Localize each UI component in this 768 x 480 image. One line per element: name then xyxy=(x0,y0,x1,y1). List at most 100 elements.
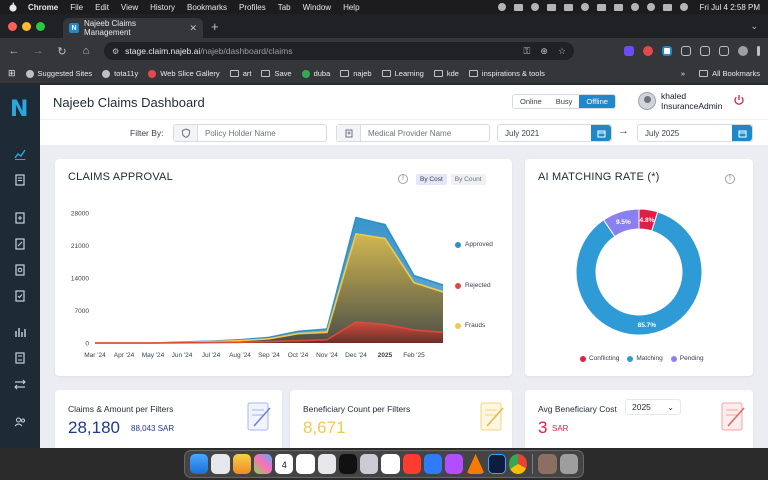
bookmark-web-slice-gallery[interactable]: Web Slice Gallery xyxy=(148,69,220,78)
year-select[interactable]: 2025 ⌄ xyxy=(625,399,681,415)
photoshop-icon[interactable] xyxy=(487,454,507,474)
logout-power-icon[interactable] xyxy=(733,94,745,106)
news-icon[interactable] xyxy=(402,454,421,474)
bookmark-duba[interactable]: duba xyxy=(301,69,330,78)
donut-slice-matching[interactable] xyxy=(575,211,703,336)
bookmark-art[interactable]: art xyxy=(229,69,251,78)
preview-photo-icon[interactable] xyxy=(538,454,557,474)
edit-document-icon[interactable] xyxy=(13,237,27,251)
calendar-icon[interactable] xyxy=(732,125,752,141)
status-volume-icon[interactable] xyxy=(563,3,573,11)
extension-red-icon[interactable] xyxy=(643,46,653,56)
trash-icon[interactable] xyxy=(559,454,578,474)
photos-icon[interactable] xyxy=(253,454,273,474)
status-app-icon[interactable] xyxy=(497,3,506,11)
status-offline-button[interactable]: Offline xyxy=(579,95,615,108)
finder-icon[interactable] xyxy=(190,454,209,474)
status-wifi-icon[interactable] xyxy=(630,3,639,11)
zoom-icon[interactable]: ⊕ xyxy=(540,46,548,57)
menu-history[interactable]: History xyxy=(150,3,175,12)
bookmark-save[interactable]: Save xyxy=(261,69,292,78)
notes-icon[interactable] xyxy=(296,454,315,474)
policy-holder-input[interactable]: Policy Holder Name xyxy=(198,129,276,138)
all-bookmarks-folder[interactable]: All Bookmarks xyxy=(699,69,760,78)
maximize-window-button[interactable] xyxy=(36,21,45,31)
date-from-picker[interactable]: July 2021 xyxy=(497,124,612,142)
app-store-icon[interactable] xyxy=(423,454,443,474)
side-panel-icon[interactable] xyxy=(700,46,710,56)
minimize-window-button[interactable] xyxy=(22,21,31,31)
bookmark-najeb[interactable]: najeb xyxy=(340,69,372,78)
extension-purple-icon[interactable] xyxy=(624,46,634,56)
medical-provider-input[interactable]: Medical Provider Name xyxy=(361,129,451,138)
password-key-icon[interactable]: ⚿ xyxy=(524,46,531,57)
menu-file[interactable]: File xyxy=(70,3,83,12)
status-screen-icon[interactable] xyxy=(513,3,523,11)
home-button[interactable]: ⌂ xyxy=(80,45,92,57)
status-battery-icon[interactable] xyxy=(596,3,606,11)
date-to-picker[interactable]: July 2025 xyxy=(637,124,753,142)
menu-help[interactable]: Help xyxy=(343,3,359,12)
bookmark-kde[interactable]: kde xyxy=(433,69,459,78)
status-monitor-icon[interactable] xyxy=(546,3,556,11)
terminal-icon[interactable] xyxy=(338,454,358,474)
close-tab-icon[interactable]: ✕ xyxy=(189,23,197,34)
reload-button[interactable]: ↻ xyxy=(56,45,68,58)
help-icon[interactable] xyxy=(360,454,379,474)
status-siri-icon[interactable] xyxy=(679,3,688,11)
legend-pending[interactable]: Pending xyxy=(670,355,704,362)
calendar-app-icon[interactable]: 4 xyxy=(275,454,294,474)
menu-view[interactable]: View xyxy=(121,3,138,12)
document-check-icon[interactable] xyxy=(13,289,27,303)
reading-list-icon[interactable] xyxy=(719,46,729,56)
menu-edit[interactable]: Edit xyxy=(95,3,109,12)
extension-check-icon[interactable] xyxy=(662,46,672,56)
date-to-value[interactable]: July 2025 xyxy=(638,129,732,138)
launchpad-icon[interactable] xyxy=(211,454,230,474)
transfer-icon[interactable] xyxy=(13,377,27,391)
podcasts-icon[interactable] xyxy=(445,454,464,474)
status-control-center-icon[interactable] xyxy=(662,3,672,11)
status-search-icon[interactable] xyxy=(646,3,655,11)
medical-provider-filter[interactable]: Medical Provider Name xyxy=(336,124,490,142)
bookmark-suggested-sites[interactable]: Suggested Sites xyxy=(25,69,92,78)
najeeb-logo[interactable]: N xyxy=(10,97,28,122)
menu-profiles[interactable]: Profiles xyxy=(239,3,266,12)
document-search-icon[interactable] xyxy=(13,263,27,277)
avatar[interactable] xyxy=(638,92,656,110)
vlc-icon[interactable] xyxy=(466,454,485,474)
user-profile[interactable]: khaled InsuranceAdmin xyxy=(638,91,722,111)
bookmark-star-icon[interactable]: ☆ xyxy=(558,46,566,57)
policy-holder-filter[interactable]: Policy Holder Name xyxy=(173,124,327,142)
legend-approved[interactable]: Approved xyxy=(455,241,493,248)
bar-chart-icon[interactable] xyxy=(13,325,27,339)
menu-bookmarks[interactable]: Bookmarks xyxy=(187,3,227,12)
chart-line-icon[interactable] xyxy=(13,147,27,161)
document-list-icon[interactable] xyxy=(13,173,27,187)
site-info-icon[interactable]: ⚙ xyxy=(112,47,119,56)
status-bluetooth-icon[interactable] xyxy=(580,3,589,11)
date-from-value[interactable]: July 2021 xyxy=(498,129,591,138)
settings-gear-icon[interactable] xyxy=(317,454,336,474)
bookmark-inspirations[interactable]: inspirations & tools xyxy=(468,69,545,78)
menu-window[interactable]: Window xyxy=(303,3,331,12)
new-tab-button[interactable]: + xyxy=(211,19,219,34)
profile-avatar-icon[interactable] xyxy=(738,46,748,56)
close-window-button[interactable] xyxy=(8,21,17,31)
address-bar[interactable]: ⚙ stage.claim.najeb.ai/najeb/dashboard/c… xyxy=(104,42,574,60)
status-gear-icon[interactable] xyxy=(530,3,539,11)
calendar-icon[interactable] xyxy=(591,125,611,141)
menu-app-name[interactable]: Chrome xyxy=(28,3,58,12)
back-button[interactable]: ← xyxy=(8,45,20,57)
legend-rejected[interactable]: Rejected xyxy=(455,282,491,289)
status-flag-icon[interactable] xyxy=(613,3,623,11)
status-busy-button[interactable]: Busy xyxy=(548,95,580,108)
chrome-icon[interactable] xyxy=(509,454,528,474)
report-icon[interactable] xyxy=(13,351,27,365)
tab-search-chevron-icon[interactable]: ⌄ xyxy=(750,21,758,32)
users-icon[interactable] xyxy=(13,415,27,429)
more-bookmarks-button[interactable]: » xyxy=(681,69,685,78)
browser-tab-active[interactable]: N Najeeb Claims Management ✕ xyxy=(63,18,203,38)
menu-clock[interactable]: Fri Jul 4 2:58 PM xyxy=(700,3,760,12)
apps-grid-icon[interactable]: ⊞ xyxy=(8,68,16,79)
